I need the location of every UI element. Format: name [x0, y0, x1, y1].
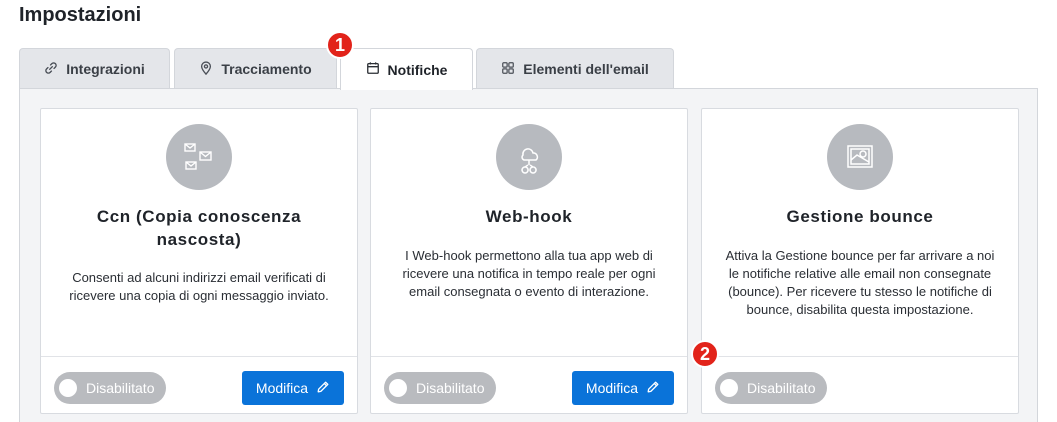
- toggle-knob: [59, 379, 77, 397]
- pencil-icon: [316, 380, 330, 397]
- card-description: Attiva la Gestione bounce per far arriva…: [725, 248, 995, 317]
- card-divider: [702, 356, 1018, 357]
- tab-integrazioni[interactable]: Integrazioni: [19, 48, 170, 89]
- webhook-edit-button[interactable]: Modifica: [572, 371, 674, 405]
- card-title: Gestione bounce: [786, 207, 934, 226]
- card-divider: [371, 356, 687, 357]
- location-pin-icon: [199, 60, 213, 78]
- envelopes-icon: [166, 124, 232, 190]
- card-title: Ccn (Copia conoscenza nascosta): [96, 207, 302, 249]
- toggle-knob: [720, 379, 738, 397]
- webhook-toggle[interactable]: Disabilitato: [384, 372, 497, 404]
- grid-icon: [501, 61, 515, 78]
- card-divider: [41, 356, 357, 357]
- card-webhook: Web-hook I Web-hook permettono alla tua …: [370, 108, 688, 414]
- toggle-label: Disabilitato: [416, 380, 485, 396]
- toggle-knob: [389, 379, 407, 397]
- ccn-edit-button[interactable]: Modifica: [242, 371, 344, 405]
- tab-label: Notifiche: [387, 61, 448, 78]
- tab-notifiche[interactable]: Notifiche: [340, 48, 473, 90]
- annotation-marker-2: 2: [691, 340, 719, 368]
- card-bounce: Gestione bounce Attiva la Gestione bounc…: [701, 108, 1019, 414]
- link-icon: [44, 61, 58, 78]
- bounce-image-icon: [827, 124, 893, 190]
- card-title: Web-hook: [485, 207, 573, 226]
- edit-label: Modifica: [585, 380, 639, 396]
- ccn-toggle[interactable]: Disabilitato: [54, 372, 167, 404]
- tab-tracciamento[interactable]: Tracciamento: [174, 48, 337, 89]
- bounce-toggle[interactable]: Disabilitato: [715, 372, 828, 404]
- tab-label: Integrazioni: [66, 61, 145, 77]
- page-title: Impostazioni: [19, 4, 142, 26]
- pencil-icon: [646, 380, 660, 397]
- tab-elementi-email[interactable]: Elementi dell'email: [476, 48, 674, 89]
- edit-label: Modifica: [255, 380, 309, 396]
- tab-label: Elementi dell'email: [523, 61, 649, 77]
- card-description: I Web-hook permettono alla tua app web d…: [402, 248, 656, 299]
- toggle-label: Disabilitato: [86, 380, 155, 396]
- card-ccn: Ccn (Copia conoscenza nascosta) Consenti…: [40, 108, 358, 414]
- card-description: Consenti ad alcuni indirizzi email verif…: [69, 270, 329, 303]
- webhook-icon: [496, 124, 562, 190]
- calendar-icon: [366, 61, 380, 78]
- tab-label: Tracciamento: [221, 61, 312, 77]
- toggle-label: Disabilitato: [747, 380, 816, 396]
- annotation-marker-1: 1: [326, 31, 354, 59]
